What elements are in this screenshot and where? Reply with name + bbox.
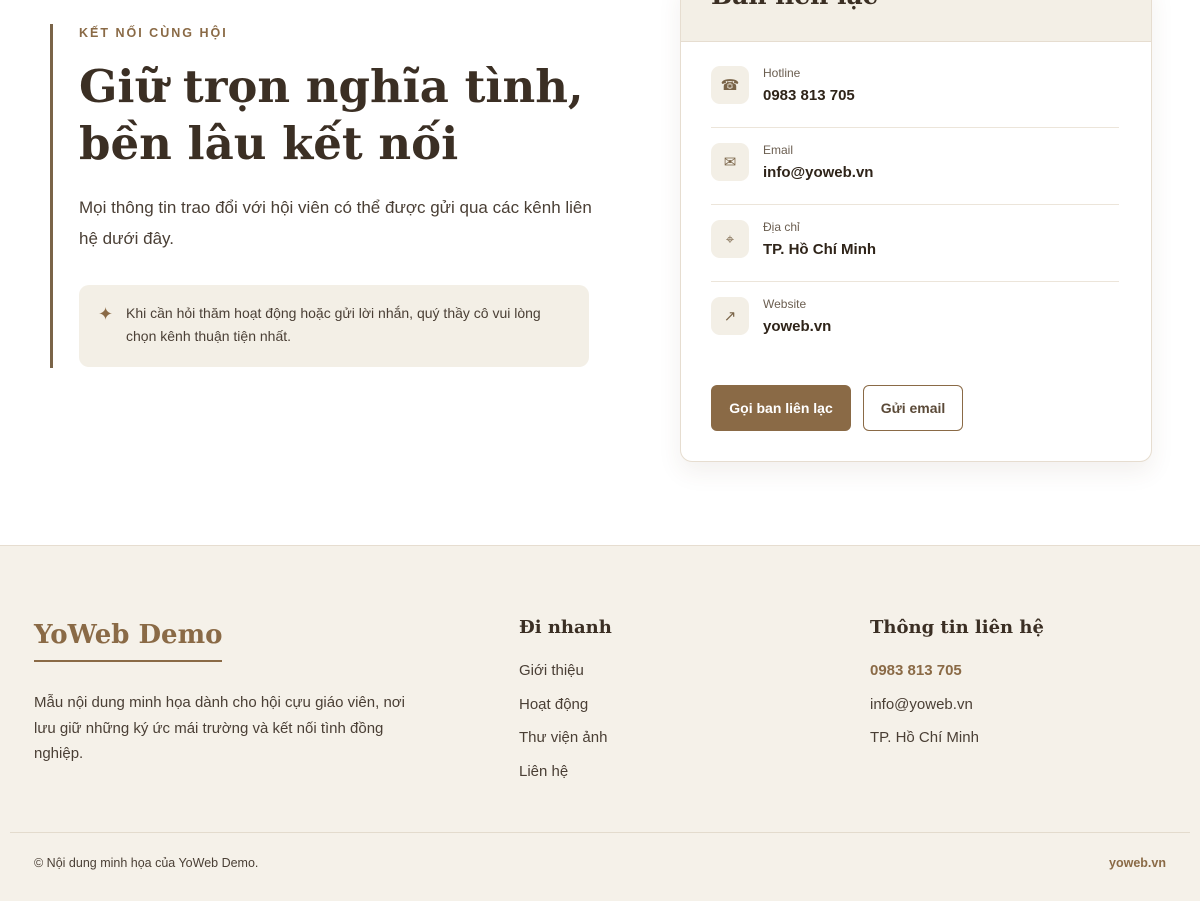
footer-address: TP. Hồ Chí Minh (870, 729, 979, 746)
contact-list: ☎ Hotline 0983 813 705 ✉ Email info@yowe… (711, 51, 1119, 358)
send-email-button[interactable]: Gửi email (863, 385, 963, 431)
footer-copyright: © Nội dung minh họa của YoWeb Demo. (34, 856, 259, 870)
call-contact-button[interactable]: Gọi ban liên lạc (711, 385, 851, 431)
contact-value[interactable]: info@yoweb.vn (763, 164, 873, 181)
contact-label: Địa chỉ (763, 220, 800, 234)
footer-link-about[interactable]: Giới thiệu (519, 659, 607, 693)
external-link-icon: ↗ (711, 297, 749, 335)
hero-title: Giữ trọn nghĩa tình, bền lâu kết nối (79, 58, 619, 172)
contact-value[interactable]: 0983 813 705 (763, 87, 855, 104)
footer-divider (10, 832, 1190, 833)
contact-item-website: ↗ Website yoweb.vn (711, 282, 1119, 358)
contact-label: Email (763, 143, 794, 157)
footer-link-contact[interactable]: Liên hệ (519, 760, 607, 794)
contact-value: TP. Hồ Chí Minh (763, 241, 877, 258)
phone-icon: ☎ (711, 66, 749, 104)
contact-card-header: Ban liên lạc (681, 0, 1151, 42)
contact-label: Hotline (763, 66, 801, 80)
footer-link-gallery[interactable]: Thư viện ảnh (519, 726, 607, 760)
hero-note-text: Khi cần hỏi thăm hoạt động hoặc gửi lời … (126, 305, 541, 344)
hero-title-line-2: bền lâu kết nối (79, 117, 459, 170)
contact-value[interactable]: yoweb.vn (763, 318, 831, 335)
footer-link-activities[interactable]: Hoạt động (519, 693, 607, 727)
hero-section: KẾT NỐI CÙNG HỘI Giữ trọn nghĩa tình, bề… (50, 24, 610, 368)
contact-item-hotline: ☎ Hotline 0983 813 705 (711, 51, 1119, 128)
site-footer: YoWeb Demo Mẫu nội dung minh họa dành ch… (0, 545, 1200, 901)
contact-card-title: Ban liên lạc (711, 0, 878, 11)
hero-note: ✦ Khi cần hỏi thăm hoạt động hoặc gửi lờ… (79, 285, 589, 367)
mail-icon: ✉ (711, 143, 749, 181)
contact-card: Ban liên lạc ☎ Hotline 0983 813 705 ✉ Em… (680, 0, 1152, 462)
footer-phone[interactable]: 0983 813 705 (870, 659, 979, 693)
quick-links-heading: Đi nhanh (519, 617, 612, 638)
location-icon: ⌖ (711, 220, 749, 258)
footer-brand-description: Mẫu nội dung minh họa dành cho hội cựu g… (34, 694, 405, 762)
footer-email[interactable]: info@yoweb.vn (870, 693, 979, 727)
contact-item-address: ⌖ Địa chỉ TP. Hồ Chí Minh (711, 205, 1119, 282)
sparkle-icon: ✦ (98, 304, 114, 324)
hero-title-line-1: Giữ trọn nghĩa tình, (79, 60, 584, 113)
contact-item-email: ✉ Email info@yoweb.vn (711, 128, 1119, 205)
quick-links-list: Giới thiệu Hoạt động Thư viện ảnh Liên h… (519, 659, 607, 793)
hero-eyebrow: KẾT NỐI CÙNG HỘI (79, 26, 228, 40)
footer-site-link[interactable]: yoweb.vn (1109, 856, 1166, 870)
hero-description: Mọi thông tin trao đổi với hội viên có t… (79, 198, 592, 248)
contact-info-list: 0983 813 705 info@yoweb.vn TP. Hồ Chí Mi… (870, 659, 979, 760)
contact-label: Website (763, 297, 807, 311)
contact-info-heading: Thông tin liên hệ (870, 617, 1044, 638)
footer-brand[interactable]: YoWeb Demo (34, 620, 223, 662)
